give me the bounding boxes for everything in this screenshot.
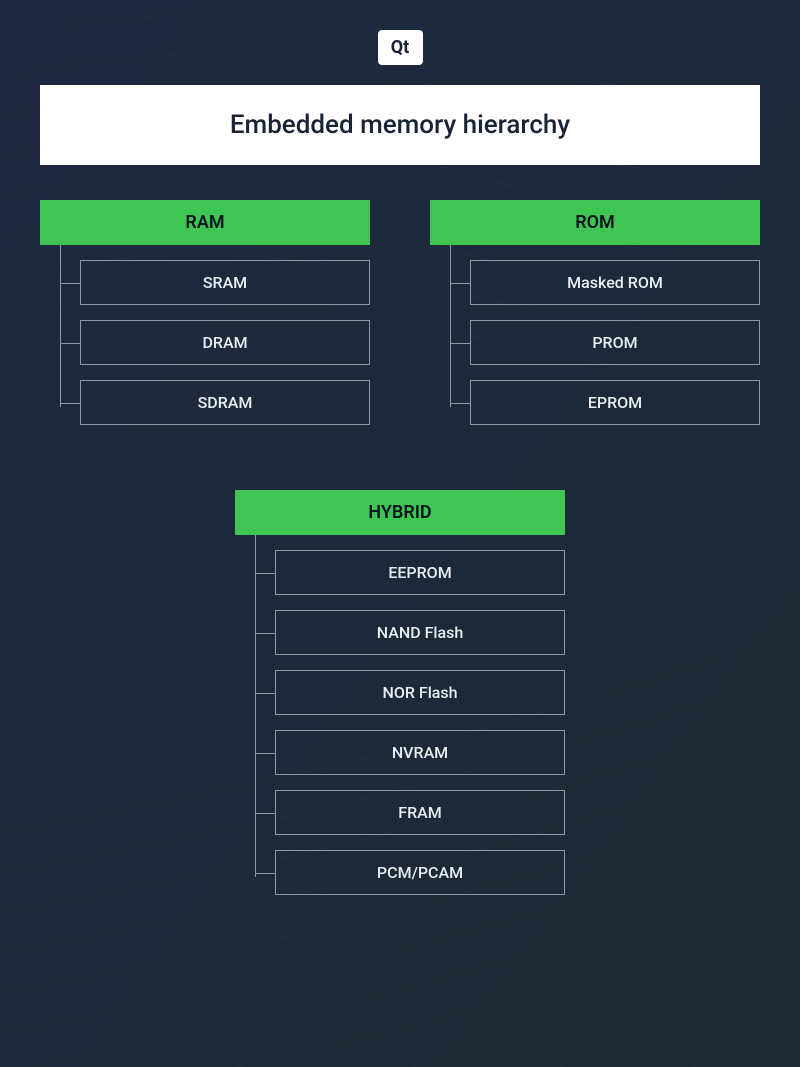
hybrid-header: HYBRID [235,490,565,535]
ram-item-dram: DRAM [80,320,370,365]
hybrid-item-nandflash: NAND Flash [275,610,565,655]
tree-connector [450,245,451,407]
ram-column: RAM SRAM DRAM SDRAM [40,200,370,440]
top-row: RAM SRAM DRAM SDRAM ROM Masked ROM PROM … [40,200,760,440]
hybrid-item-eeprom: EEPROM [275,550,565,595]
ram-item-sram: SRAM [80,260,370,305]
rom-item-prom: PROM [470,320,760,365]
bottom-row: HYBRID EEPROM NAND Flash NOR Flash NVRAM… [40,490,760,910]
rom-item-eprom: EPROM [470,380,760,425]
rom-item-maskedrom: Masked ROM [470,260,760,305]
hybrid-item-pcm: PCM/PCAM [275,850,565,895]
rom-column: ROM Masked ROM PROM EPROM [430,200,760,440]
diagram-content: Qt Embedded memory hierarchy RAM SRAM DR… [0,0,800,940]
hybrid-column: HYBRID EEPROM NAND Flash NOR Flash NVRAM… [235,490,565,910]
tree-connector [255,535,256,877]
ram-item-sdram: SDRAM [80,380,370,425]
rom-header: ROM [430,200,760,245]
ram-items: SRAM DRAM SDRAM [40,260,370,425]
qt-logo: Qt [378,30,423,65]
tree-connector [60,245,61,407]
hybrid-item-nvram: NVRAM [275,730,565,775]
rom-items: Masked ROM PROM EPROM [430,260,760,425]
hybrid-items: EEPROM NAND Flash NOR Flash NVRAM FRAM P… [235,550,565,895]
title-box: Embedded memory hierarchy [40,85,760,165]
hybrid-item-norflash: NOR Flash [275,670,565,715]
ram-header: RAM [40,200,370,245]
hybrid-item-fram: FRAM [275,790,565,835]
